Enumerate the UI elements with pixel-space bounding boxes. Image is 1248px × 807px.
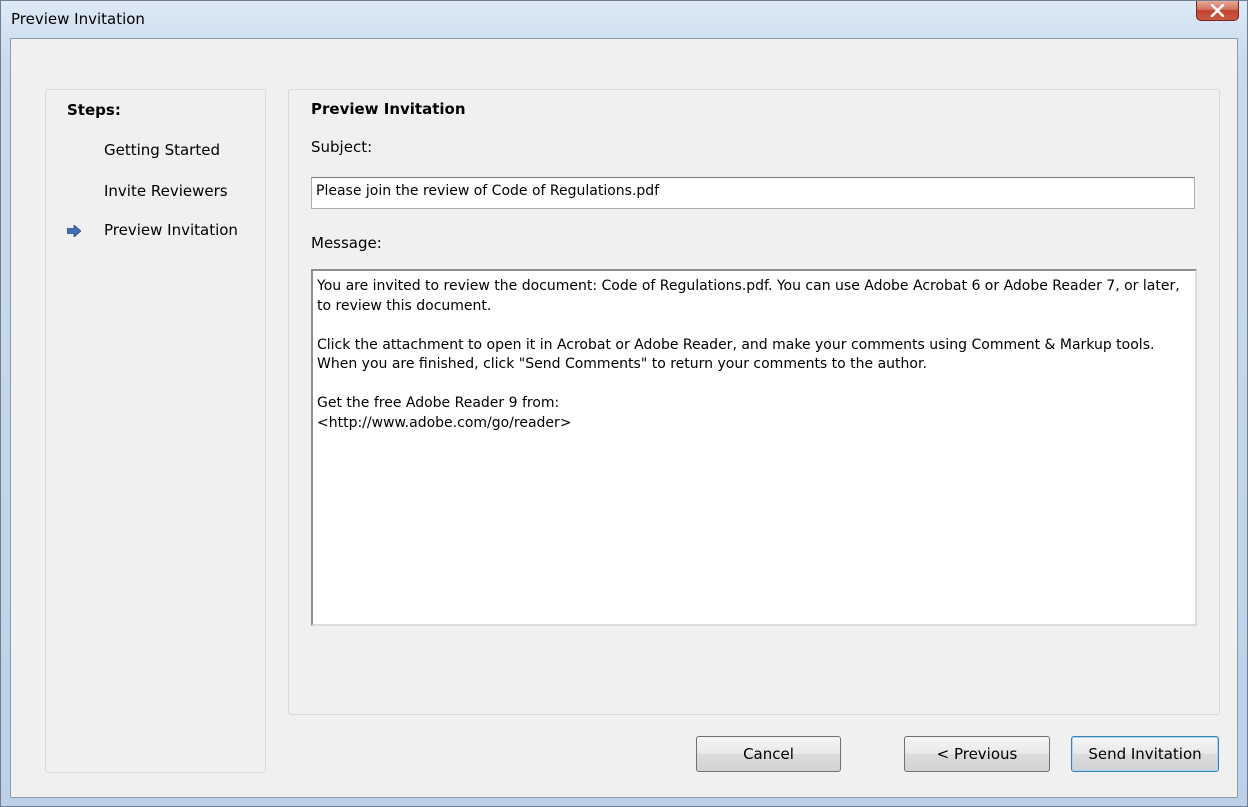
previous-button[interactable]: < Previous [904, 736, 1050, 772]
close-icon [1210, 4, 1225, 17]
window-title: Preview Invitation [11, 10, 145, 28]
step-getting-started: Getting Started [104, 141, 220, 159]
steps-heading: Steps: [67, 101, 121, 119]
preview-panel: Preview Invitation Subject: Please join … [288, 89, 1220, 715]
dialog-window: Preview Invitation Steps: Getting Starte… [0, 0, 1248, 807]
step-preview-invitation: Preview Invitation [104, 221, 238, 239]
current-step-arrow-icon [67, 225, 81, 237]
send-invitation-button[interactable]: Send Invitation [1071, 736, 1219, 772]
title-bar[interactable]: Preview Invitation [1, 1, 1247, 37]
message-label: Message: [311, 234, 382, 252]
step-invite-reviewers: Invite Reviewers [104, 182, 228, 200]
message-textarea[interactable]: You are invited to review the document: … [311, 269, 1197, 626]
subject-label: Subject: [311, 138, 373, 156]
dialog-client-area: Steps: Getting Started Invite Reviewers … [10, 38, 1238, 798]
panel-heading: Preview Invitation [311, 100, 466, 118]
cancel-button[interactable]: Cancel [696, 736, 841, 772]
subject-input[interactable]: Please join the review of Code of Regula… [311, 177, 1195, 209]
steps-panel: Steps: Getting Started Invite Reviewers … [45, 89, 266, 773]
close-button[interactable] [1196, 1, 1239, 21]
